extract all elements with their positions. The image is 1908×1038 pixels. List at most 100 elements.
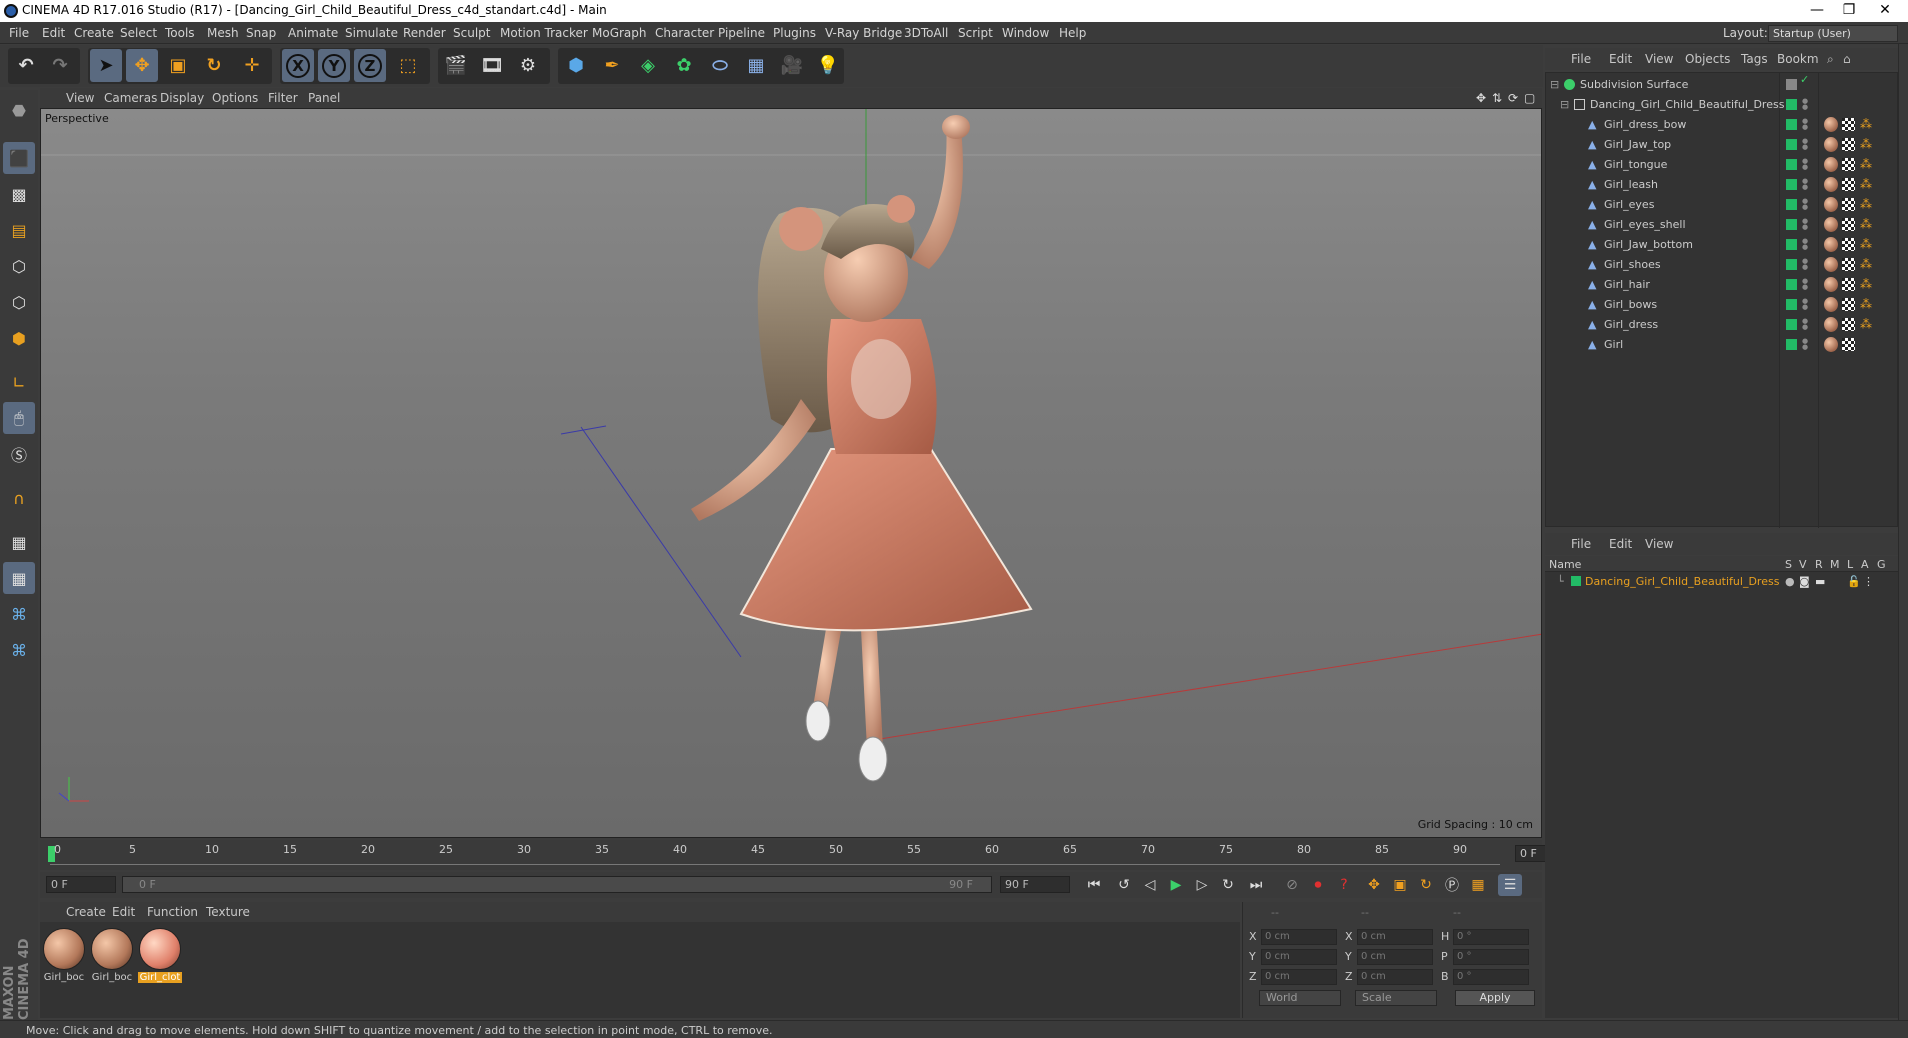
visibility-dots-icon[interactable]: ● ● [1802,98,1808,111]
axis-x-button[interactable]: X [282,49,314,82]
close-button[interactable]: ✕ [1862,0,1908,22]
viewport-menu-options[interactable]: Options [212,91,258,105]
timeline-layout-icon[interactable]: ☰ [1498,874,1522,896]
objects-menu-edit[interactable]: Edit [1609,52,1632,66]
search-icon[interactable]: ⌕ [1827,52,1834,67]
uvw-tag-icon[interactable] [1842,318,1855,331]
material-swatch[interactable]: Girl_boc [90,928,134,983]
rotation-b-field[interactable]: 0 ° [1453,969,1529,985]
timeline-ruler[interactable]: 0 5 10 15 20 25 30 35 40 45 50 55 60 65 … [40,840,1579,870]
viewport-menu-display[interactable]: Display [160,91,204,105]
enabled-check-icon[interactable]: ✓ [1800,74,1809,89]
start-frame-field[interactable]: 0 F [46,876,116,893]
undo-icon[interactable]: ↶ [10,49,42,82]
next-key-icon[interactable]: ↻ [1216,874,1240,896]
axis-mode-icon[interactable]: ∟ [3,366,35,398]
object-row[interactable]: ▲ Girl_Jaw_bottom ● ● ⁂ [1546,235,1899,255]
go-to-start-icon[interactable]: ⏮ [1082,874,1106,896]
viewport-maximize-icon[interactable]: ▢ [1524,91,1535,105]
material-tag-icon[interactable] [1824,197,1838,212]
object-row[interactable]: ▲ Girl_dress ● ● ⁂ [1546,315,1899,335]
snapping-icon[interactable]: Ⓢ [3,438,35,470]
keyframe-selection-icon[interactable]: ? [1332,874,1356,896]
column-render[interactable]: R [1815,558,1823,571]
workplane-mode-icon[interactable]: ▤ [3,214,35,246]
animation-toggle-icon[interactable]: ⋮ [1863,575,1874,588]
size-x-field[interactable]: 0 cm [1357,929,1433,945]
scale-icon[interactable]: ▣ [162,49,194,82]
column-view[interactable]: V [1799,558,1807,571]
selection-tag-icon[interactable]: ⁂ [1860,137,1874,152]
solo-toggle-icon[interactable]: ● [1785,575,1795,588]
magnet-icon[interactable]: ∩ [3,482,35,514]
object-row[interactable]: ▲ Girl_eyes ● ● ⁂ [1546,195,1899,215]
selection-tag-icon[interactable]: ⁂ [1860,277,1874,292]
column-manager[interactable]: M [1830,558,1840,571]
menu-sculpt[interactable]: Sculpt [453,26,490,40]
object-row[interactable]: ⊟ Subdivision Surface ✓ [1546,74,1899,95]
material-menu-function[interactable]: Function [147,905,198,919]
uvw-tag-icon[interactable] [1842,238,1855,251]
material-tag-icon[interactable] [1824,137,1838,152]
material-tag-icon[interactable] [1824,237,1838,252]
visibility-dots-icon[interactable]: ● ● [1802,298,1808,311]
objects-menu-view[interactable]: View [1645,52,1673,66]
menu-window[interactable]: Window [1002,26,1049,40]
previous-key-icon[interactable]: ↺ [1112,874,1136,896]
size-y-field[interactable]: 0 cm [1357,949,1433,965]
select-arrow-icon[interactable]: ➤ [90,49,122,82]
column-generators[interactable]: G [1877,558,1886,571]
layout-dropdown[interactable]: Startup (User) [1768,25,1898,42]
collapse-toggle-icon[interactable]: ⊟ [1550,78,1559,91]
layers-menu-view[interactable]: View [1645,537,1673,551]
axis-z-button[interactable]: Z [354,49,386,82]
viewport-menu-cameras[interactable]: Cameras [104,91,157,105]
menu-script[interactable]: Script [958,26,993,40]
uvw-tag-icon[interactable] [1842,178,1855,191]
selection-tag-icon[interactable]: ⁂ [1860,177,1874,192]
material-tag-icon[interactable] [1824,337,1838,352]
subdivision-surface-icon[interactable]: ◈ [632,49,664,82]
size-z-field[interactable]: 0 cm [1357,969,1433,985]
material-menu-edit[interactable]: Edit [112,905,135,919]
selection-tag-icon[interactable]: ⁂ [1860,217,1874,232]
polygons-mode-icon[interactable]: ⬢ [3,322,35,354]
material-tag-icon[interactable] [1824,297,1838,312]
tweak-mode-icon[interactable]: 🖱 [3,402,35,434]
points-mode-icon[interactable]: ⬡ [3,250,35,282]
object-row[interactable]: ▲ Girl_tongue ● ● ⁂ [1546,155,1899,175]
visibility-dots-icon[interactable]: ● ● [1802,278,1808,291]
menu-edit[interactable]: Edit [42,26,65,40]
key-scale-icon[interactable]: ▣ [1388,874,1412,896]
menu-plugins[interactable]: Plugins [773,26,816,40]
play-icon[interactable]: ▶ [1164,874,1188,896]
selection-tag-icon[interactable]: ⁂ [1860,117,1874,132]
menu-render[interactable]: Render [403,26,446,40]
visibility-dots-icon[interactable]: ● ● [1802,338,1808,351]
column-name[interactable]: Name [1549,558,1581,571]
render-toggle-icon[interactable]: ▬ [1815,575,1825,588]
key-pla-icon[interactable]: ▦ [1466,874,1490,896]
menu-simulate[interactable]: Simulate [345,26,398,40]
visibility-dots-icon[interactable]: ● ● [1802,318,1808,331]
redo-icon[interactable]: ↷ [44,49,76,82]
right-panel-scrollbar[interactable] [1898,44,1908,1020]
viewport-menu-filter[interactable]: Filter [268,91,298,105]
visibility-dots-icon[interactable]: ● ● [1802,138,1808,151]
objects-menu-bookmarks[interactable]: Bookm [1777,52,1819,66]
collapse-toggle-icon[interactable]: ⊟ [1560,98,1569,111]
visibility-dots-icon[interactable]: ● ● [1802,238,1808,251]
visibility-dots-icon[interactable]: ● ● [1802,198,1808,211]
rotation-h-field[interactable]: 0 ° [1453,929,1529,945]
position-z-field[interactable]: 0 cm [1261,969,1337,985]
visibility-dots-icon[interactable]: ● ● [1802,158,1808,171]
selection-tag-icon[interactable]: ⁂ [1860,197,1874,212]
uvw-tag-icon[interactable] [1842,158,1855,171]
move-icon[interactable]: ✥ [126,49,158,82]
cube-primitive-icon[interactable]: ⬢ [560,49,592,82]
selection-tag-icon[interactable]: ⁂ [1860,297,1874,312]
size-mode-dropdown[interactable]: Scale [1355,990,1437,1006]
position-x-field[interactable]: 0 cm [1261,929,1337,945]
viewport-menu-panel[interactable]: Panel [308,91,340,105]
home-icon[interactable]: ⌂ [1843,52,1851,66]
